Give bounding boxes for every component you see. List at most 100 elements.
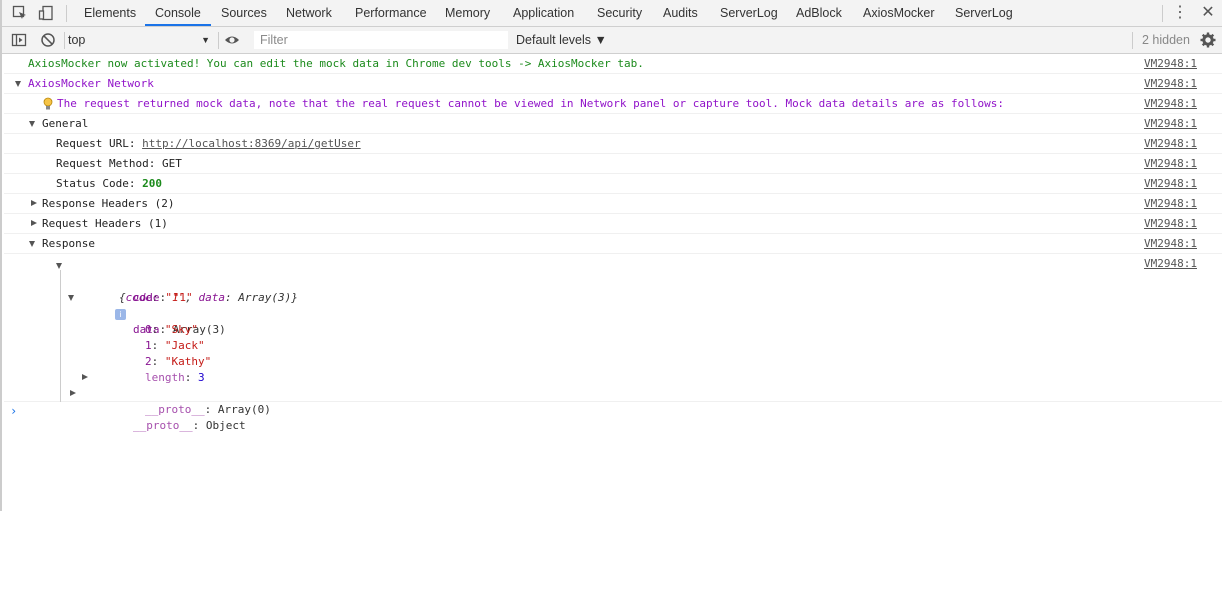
tab-network[interactable]: Network — [286, 0, 332, 26]
console-prompt[interactable]: › — [10, 404, 17, 418]
property-code: code: "1" — [132, 291, 193, 304]
close-icon[interactable]: ✕ — [1199, 4, 1217, 22]
request-method-value: GET — [161, 157, 182, 170]
tab-sources[interactable]: Sources — [221, 0, 267, 26]
tabbar-separator — [1162, 5, 1163, 22]
clear-console-icon[interactable] — [40, 32, 56, 48]
object-close-brace: } — [291, 291, 298, 304]
property-data[interactable]: data: Array(3) — [68, 290, 226, 336]
console-group-header[interactable]: AxiosMocker Network VM2948:1 — [4, 74, 1222, 94]
expanded-triangle-icon[interactable] — [29, 121, 35, 127]
tab-audits[interactable]: Audits — [663, 0, 698, 26]
console-group-header[interactable]: Response Headers (2) VM2948:1 — [4, 194, 1222, 214]
source-link[interactable]: VM2948:1 — [1144, 154, 1197, 174]
tab-adblock[interactable]: AdBlock — [796, 0, 842, 26]
lightbulb-icon — [43, 97, 53, 110]
active-tab-indicator — [145, 24, 211, 26]
source-link[interactable]: VM2948:1 — [1144, 234, 1197, 254]
tab-elements[interactable]: Elements — [84, 0, 136, 26]
tab-axiosmocker[interactable]: AxiosMocker — [863, 0, 935, 26]
proto-value: Array(0) — [217, 403, 271, 416]
tab-performance[interactable]: Performance — [355, 0, 427, 26]
summary-data-value: Array(3) — [238, 291, 292, 304]
source-link[interactable]: VM2948:1 — [1144, 214, 1197, 234]
inspect-element-icon[interactable] — [12, 5, 28, 21]
context-selector-value: top — [68, 33, 86, 47]
expanded-triangle-icon[interactable] — [68, 295, 74, 301]
array-length: length: 3 — [144, 371, 205, 384]
group-title: AxiosMocker Network — [28, 77, 154, 90]
request-method-label: Request Method: — [56, 157, 162, 170]
tab-console[interactable]: Console — [155, 0, 201, 26]
source-link[interactable]: VM2948:1 — [1144, 94, 1197, 114]
toolbar-separator — [1132, 32, 1133, 49]
status-code-value: 200 — [142, 177, 162, 190]
toolbar-separator — [218, 32, 219, 49]
general-group-title: General — [42, 117, 89, 130]
array-proto[interactable]: __proto__: Array(0) — [82, 370, 271, 416]
request-headers-title: Request Headers (1) — [42, 217, 168, 230]
response-headers-title: Response Headers (2) — [42, 197, 175, 210]
collapsed-triangle-icon[interactable] — [31, 220, 37, 226]
expanded-triangle-icon[interactable] — [15, 81, 21, 87]
console-group-header[interactable]: Response VM2948:1 — [4, 234, 1222, 254]
console-message: Request URL: http://localhost:8369/api/g… — [4, 134, 1222, 154]
tab-security[interactable]: Security — [597, 0, 642, 26]
source-link[interactable]: VM2948:1 — [1144, 174, 1197, 194]
show-sidebar-icon[interactable] — [11, 32, 27, 48]
collapsed-triangle-icon[interactable] — [82, 374, 88, 380]
hidden-messages-count: 2 hidden — [1142, 33, 1190, 47]
console-group-header[interactable]: Request Headers (1) VM2948:1 — [4, 214, 1222, 234]
array-item: 0: "Sky" — [144, 323, 198, 336]
array-item: 2: "Kathy" — [144, 355, 212, 368]
console-message: Request Method: GET VM2948:1 — [4, 154, 1222, 174]
source-link[interactable]: VM2948:1 — [1144, 114, 1197, 134]
mock-data-tip: The request returned mock data, note tha… — [57, 97, 1005, 110]
log-levels-dropdown[interactable]: Default levels ▼ — [516, 27, 607, 53]
tab-memory[interactable]: Memory — [445, 0, 490, 26]
object-summary[interactable]: {code: "1", data: Array(3)} i — [56, 258, 298, 320]
console-messages: AxiosMocker now activated! You can edit … — [4, 54, 1222, 432]
console-settings-gear-icon[interactable] — [1200, 32, 1216, 48]
array-item: 1: "Jack" — [144, 339, 205, 352]
response-object-tree: {code: "1", data: Array(3)} i code: "1" … — [4, 254, 1222, 432]
status-code-row: Status Code: 200 — [56, 174, 162, 194]
devtools-window: Elements Console Sources Network Perform… — [0, 0, 1222, 511]
console-group-header[interactable]: General VM2948:1 — [4, 114, 1222, 134]
response-group-title: Response — [42, 237, 95, 250]
request-url-label: Request URL: — [56, 137, 143, 150]
source-link[interactable]: VM2948:1 — [1144, 194, 1197, 214]
console-toolbar: top ▼ Default levels ▼ 2 hidden — [2, 27, 1222, 54]
proto-key: __proto__ — [144, 403, 205, 416]
request-url-link[interactable]: http://localhost:8369/api/getUser — [142, 137, 361, 150]
live-expression-eye-icon[interactable] — [224, 32, 240, 48]
proto-value: Object — [205, 419, 246, 432]
status-code-label: Status Code: — [56, 177, 143, 190]
filter-input[interactable] — [254, 31, 508, 49]
context-selector[interactable]: top ▼ — [68, 27, 210, 53]
console-message: The request returned mock data, note tha… — [4, 94, 1222, 114]
console-message: AxiosMocker now activated! You can edit … — [4, 54, 1222, 74]
request-method-row: Request Method: GET — [56, 154, 182, 174]
devtools-tabbar: Elements Console Sources Network Perform… — [2, 0, 1222, 27]
collapsed-triangle-icon[interactable] — [31, 200, 37, 206]
object-proto[interactable]: __proto__: Object — [70, 386, 246, 432]
tabbar-separator — [66, 5, 67, 22]
expanded-triangle-icon[interactable] — [56, 263, 62, 269]
device-toolbar-icon[interactable] — [38, 5, 54, 21]
tab-serverlog[interactable]: ServerLog — [720, 0, 778, 26]
source-link[interactable]: VM2948:1 — [1144, 134, 1197, 154]
expanded-triangle-icon[interactable] — [29, 241, 35, 247]
collapsed-triangle-icon[interactable] — [70, 390, 76, 396]
source-link[interactable]: VM2948:1 — [1144, 254, 1197, 274]
dropdown-arrow-icon: ▼ — [201, 35, 210, 45]
request-url-row: Request URL: http://localhost:8369/api/g… — [56, 134, 361, 154]
activated-message: AxiosMocker now activated! You can edit … — [28, 57, 644, 70]
more-options-icon[interactable]: ⋮ — [1171, 4, 1189, 22]
console-message: Status Code: 200 VM2948:1 — [4, 174, 1222, 194]
source-link[interactable]: VM2948:1 — [1144, 74, 1197, 94]
tab-application[interactable]: Application — [513, 0, 574, 26]
proto-key: __proto__ — [132, 419, 193, 432]
source-link[interactable]: VM2948:1 — [1144, 54, 1197, 74]
tab-serverlog-2[interactable]: ServerLog — [955, 0, 1013, 26]
